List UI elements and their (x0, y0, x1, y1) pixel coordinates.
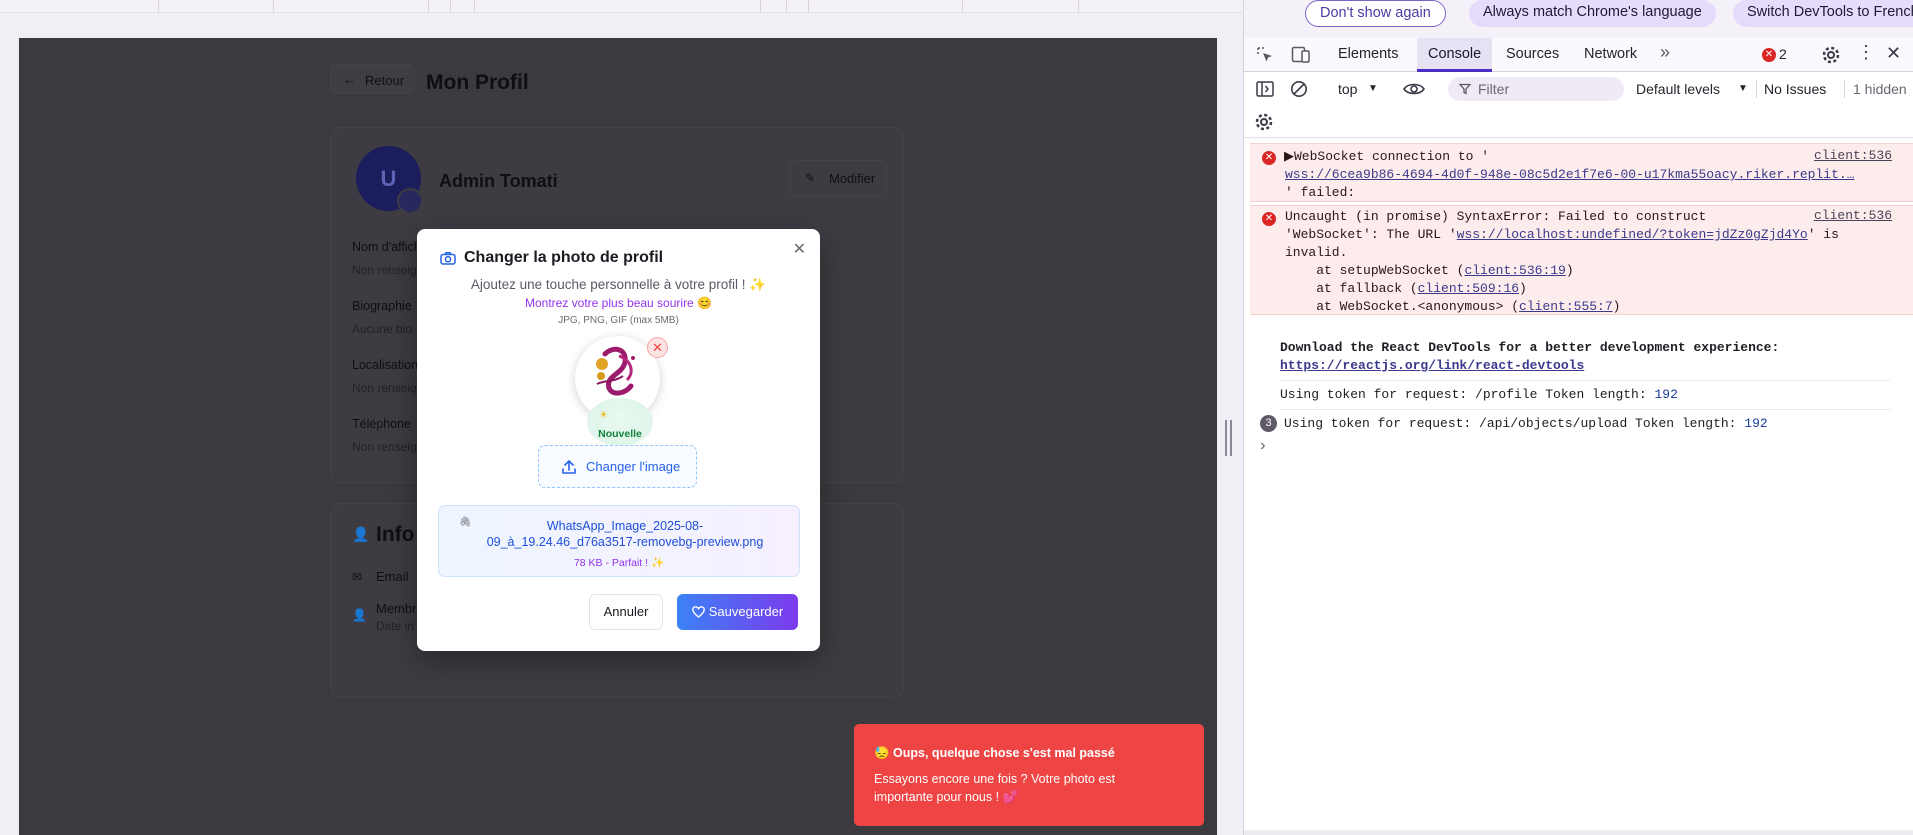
stack-frame-text: at setupWebSocket ( (1285, 263, 1465, 278)
tab-network[interactable]: Network (1584, 46, 1637, 62)
log-number: 192 (1654, 387, 1678, 402)
devtools-resize-handle[interactable] (1224, 420, 1234, 456)
console-error-syntax[interactable]: ✕ Uncaught (in promise) SyntaxError: Fai… (1250, 205, 1913, 315)
repeat-count-badge: 3 (1260, 415, 1277, 432)
modal-subtitle: Ajoutez une touche personnelle à votre p… (470, 277, 767, 292)
console-log-profile: Using token for request: /profile Token … (1280, 386, 1890, 410)
source-link[interactable]: client:536 (1814, 208, 1892, 223)
hidden-count: 1 hidden (1853, 81, 1907, 97)
switch-language-button[interactable]: Switch DevTools to French (1733, 0, 1913, 27)
error-url-link[interactable]: wss://localhost:undefined/?token=jdZz0gZ… (1457, 227, 1808, 242)
react-devtools-message: Download the React DevTools for a better… (1280, 339, 1890, 381)
save-button[interactable]: Sauvegarder (677, 594, 798, 630)
save-label: Sauvegarder (708, 604, 784, 619)
dont-show-again-button[interactable]: Don't show again (1305, 0, 1446, 27)
error-text-line: ▶WebSocket connection to ' (1284, 149, 1490, 164)
inspect-element-icon[interactable] (1256, 46, 1275, 64)
console-messages: ✕ ▶WebSocket connection to ' wss://6cea9… (1244, 139, 1913, 835)
stack-frame-text: at fallback ( (1285, 281, 1418, 296)
toast-title: 😓 Oups, quelque chose s'est mal passé (874, 746, 1115, 760)
log-text: Using token for request: /profile Token … (1280, 387, 1655, 402)
source-link[interactable]: client:536 (1814, 148, 1892, 163)
stack-frame-text: ) (1565, 263, 1574, 278)
error-text-segment: 'WebSocket': The URL ' (1285, 227, 1457, 242)
toast-message: Essayons encore une fois ? Votre photo e… (874, 772, 1116, 804)
cancel-button[interactable]: Annuler (589, 594, 663, 630)
console-toolbar: top ▼ Filter Default levels ▼ No Issues … (1244, 72, 1913, 106)
log-levels-dropdown[interactable]: Default levels (1636, 72, 1720, 106)
change-image-label: Changer l'image (586, 459, 681, 474)
log-text: Using token for request: /api/objects/up… (1284, 416, 1745, 431)
close-icon[interactable]: ✕ (793, 239, 806, 259)
console-settings-row (1244, 106, 1913, 138)
always-match-language-button[interactable]: Always match Chrome's language (1469, 0, 1716, 27)
error-count[interactable]: 2 (1779, 46, 1787, 62)
sun-icon: ☀ (599, 410, 608, 421)
tab-sources[interactable]: Sources (1506, 46, 1559, 62)
devtools-panel: Don't show again Always match Chrome's l… (1243, 0, 1913, 835)
stack-frame-link[interactable]: client:555:7 (1519, 299, 1613, 314)
devtools-tabbar: Elements Console Sources Network » ✕ 2 ⋮… (1244, 38, 1913, 72)
live-expression-eye-icon[interactable] (1403, 82, 1425, 96)
heart-icon (691, 606, 705, 618)
console-log-upload: Using token for request: /api/objects/up… (1284, 415, 1894, 437)
stack-frame-link[interactable]: client:536:19 (1464, 263, 1565, 278)
levels-dropdown-icon[interactable]: ▼ (1738, 72, 1748, 106)
error-icon: ✕ (1262, 212, 1276, 226)
error-count-icon[interactable]: ✕ (1762, 48, 1776, 62)
filter-icon (1459, 83, 1471, 95)
context-selector[interactable]: top (1338, 72, 1357, 106)
log-number: 192 (1744, 416, 1768, 431)
device-toolbar-icon[interactable] (1291, 46, 1311, 64)
stack-frame-text: ) (1612, 299, 1621, 314)
console-filter-input[interactable]: Filter (1448, 77, 1624, 101)
accepted-formats: JPG, PNG, GIF (max 5MB) (558, 315, 679, 326)
error-toast[interactable]: 😓 Oups, quelque chose s'est mal passé Es… (854, 724, 1204, 826)
more-tabs-icon[interactable]: » (1660, 42, 1670, 63)
tab-console[interactable]: Console (1417, 38, 1493, 72)
devtools-bottom-scroll (1244, 830, 1913, 835)
stack-frame-text: at WebSocket.<anonymous> ( (1285, 299, 1520, 314)
clear-console-icon[interactable] (1290, 80, 1308, 98)
close-devtools-icon[interactable]: ✕ (1886, 43, 1901, 64)
error-text-line: Uncaught (in promise) SyntaxError: Faile… (1285, 209, 1707, 224)
upload-icon (562, 460, 576, 474)
react-devtools-text: Download the React DevTools for a better… (1280, 340, 1780, 355)
error-url-link[interactable]: wss://6cea9b86-4694-4d0f-948e-08c5d2e1f7… (1285, 166, 1855, 184)
modal-title: Changer la photo de profil (464, 249, 664, 266)
console-error-websocket[interactable]: ✕ ▶WebSocket connection to ' wss://6cea9… (1250, 143, 1913, 202)
selected-file-info: 🖇 WhatsApp_Image_2025-08-09_à_19.24.46_d… (438, 505, 800, 577)
error-text-line: ' failed: (1285, 185, 1356, 200)
error-text-segment: ' is (1807, 227, 1839, 242)
toolbar-divider (1844, 80, 1845, 98)
remove-photo-button[interactable]: ✕ (647, 337, 668, 358)
react-devtools-link[interactable]: https://reactjs.org/link/react-devtools (1280, 357, 1584, 375)
context-dropdown-icon[interactable]: ▼ (1368, 72, 1378, 106)
language-infobar: Don't show again Always match Chrome's l… (1244, 0, 1913, 38)
new-photo-badge: ☀ Nouvelle (587, 398, 653, 446)
settings-gear-icon[interactable] (1821, 45, 1841, 65)
console-settings-gear-icon[interactable] (1254, 112, 1274, 132)
browser-top-strip (0, 0, 1243, 13)
sidebar-toggle-icon[interactable] (1256, 81, 1274, 97)
new-badge-label: Nouvelle (598, 428, 642, 440)
camera-icon (440, 252, 456, 265)
file-name: WhatsApp_Image_2025-08-09_à_19.24.46_d76… (486, 519, 764, 549)
toolbar-divider (1756, 80, 1757, 98)
change-photo-modal: ✕ Changer la photo de profil Ajoutez une… (417, 229, 820, 651)
change-image-button[interactable]: Changer l'image (538, 445, 697, 488)
stack-frame-text: ) (1519, 281, 1527, 296)
file-size: 78 KB - Parfait ! ✨ (573, 557, 665, 569)
error-text-line: invalid. (1285, 245, 1348, 260)
tab-elements[interactable]: Elements (1338, 46, 1398, 62)
modal-tagline: Montrez votre plus beau sourire 😊 (524, 296, 713, 310)
error-icon: ✕ (1262, 151, 1276, 165)
stack-frame-link[interactable]: client:509:16 (1418, 281, 1519, 296)
console-prompt[interactable]: › (1258, 437, 1268, 455)
page-viewport: ← Retour Mon Profil U Admin Tomati ✎ Mod… (19, 38, 1217, 835)
filter-placeholder: Filter (1478, 81, 1510, 97)
issues-counter[interactable]: No Issues (1764, 72, 1826, 106)
paperclip-icon: 🖇 (459, 517, 472, 528)
more-options-icon[interactable]: ⋮ (1857, 42, 1875, 63)
